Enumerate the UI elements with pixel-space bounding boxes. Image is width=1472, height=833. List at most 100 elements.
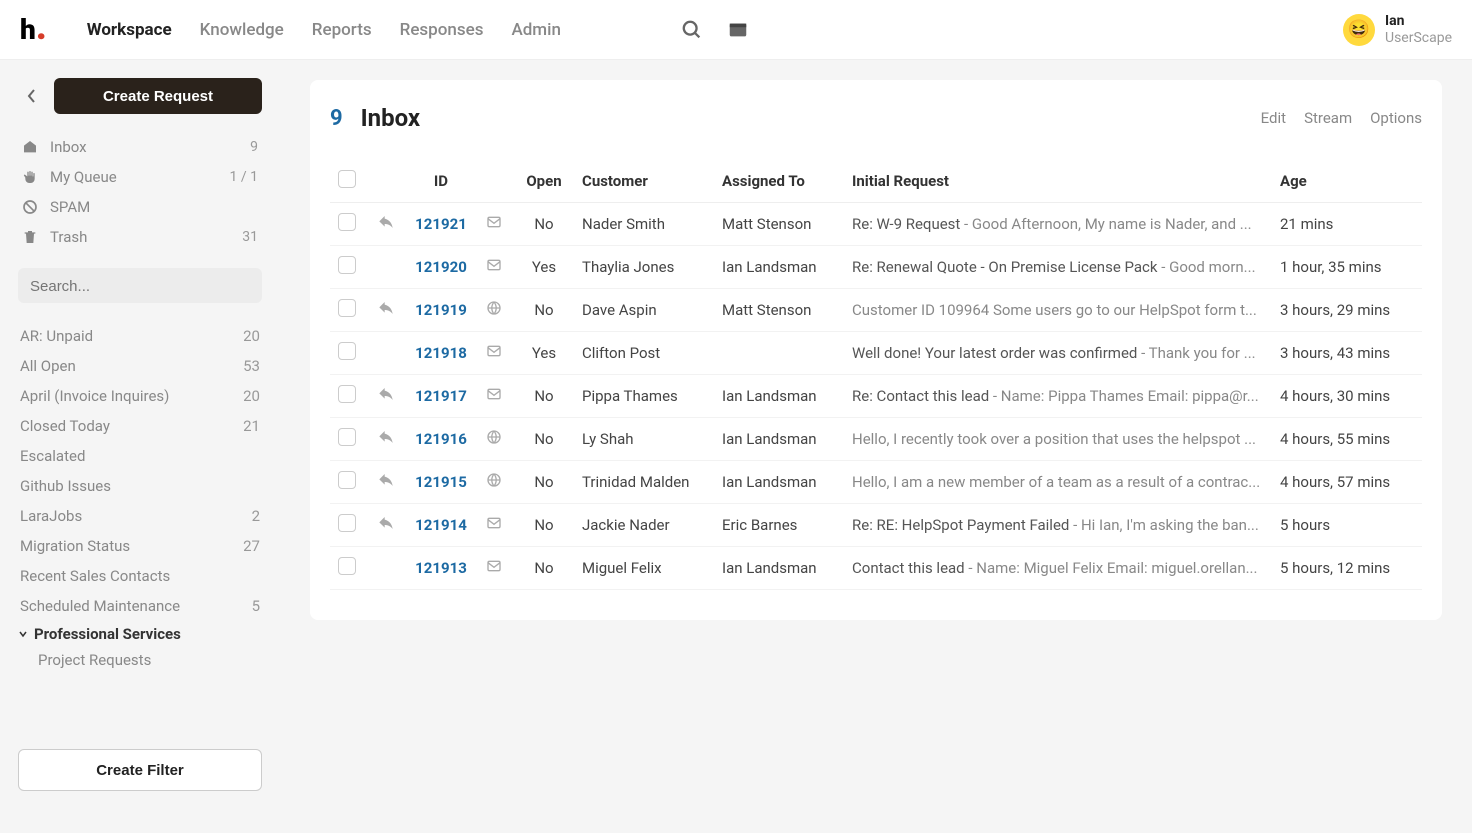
row-checkbox[interactable] xyxy=(338,428,356,446)
open-cell: No xyxy=(514,418,574,461)
filter-ar-unpaid[interactable]: AR: Unpaid20 xyxy=(18,323,262,349)
table-row[interactable]: 121917NoPippa ThamesIan LandsmanRe: Cont… xyxy=(330,375,1422,418)
table-row[interactable]: 121921NoNader SmithMatt StensonRe: W-9 R… xyxy=(330,203,1422,246)
nav-responses[interactable]: Responses xyxy=(400,20,484,40)
age-cell: 3 hours, 29 mins xyxy=(1272,289,1422,332)
avatar: 😆 xyxy=(1343,14,1375,46)
request-id-link[interactable]: 121913 xyxy=(415,559,467,577)
assigned-cell: Ian Landsman xyxy=(714,375,844,418)
request-id-link[interactable]: 121919 xyxy=(415,301,467,319)
table-row[interactable]: 121916NoLy ShahIan LandsmanHello, I rece… xyxy=(330,418,1422,461)
panel-action-stream[interactable]: Stream xyxy=(1304,109,1352,127)
filter-april-invoice-inquires-[interactable]: April (Invoice Inquires)20 xyxy=(18,383,262,409)
row-checkbox[interactable] xyxy=(338,299,356,317)
web-icon xyxy=(486,472,502,488)
user-org: UserScape xyxy=(1385,30,1452,47)
search-input-wrap[interactable] xyxy=(18,268,262,303)
nav-admin[interactable]: Admin xyxy=(511,20,560,40)
sidebar-item-spam[interactable]: SPAM xyxy=(18,194,262,220)
request-id-link[interactable]: 121915 xyxy=(415,473,467,491)
filter-migration-status[interactable]: Migration Status27 xyxy=(18,533,262,559)
request-cell: Customer ID 109964 Some users go to our … xyxy=(844,289,1272,332)
row-checkbox[interactable] xyxy=(338,557,356,575)
ban-icon xyxy=(22,199,40,215)
request-cell: Hello, I am a new member of a team as a … xyxy=(844,461,1272,504)
nav-reports[interactable]: Reports xyxy=(312,20,372,40)
age-cell: 4 hours, 55 mins xyxy=(1272,418,1422,461)
filter-github-issues[interactable]: Github Issues xyxy=(18,473,262,499)
inbox-icon xyxy=(22,139,40,155)
table-row[interactable]: 121915NoTrinidad MaldenIan LandsmanHello… xyxy=(330,461,1422,504)
assigned-cell: Ian Landsman xyxy=(714,461,844,504)
mail-icon xyxy=(486,515,502,531)
table-row[interactable]: 121914NoJackie NaderEric BarnesRe: RE: H… xyxy=(330,504,1422,547)
request-id-link[interactable]: 121916 xyxy=(415,430,467,448)
create-request-button[interactable]: Create Request xyxy=(54,78,262,114)
filter-recent-sales-contacts[interactable]: Recent Sales Contacts xyxy=(18,563,262,589)
collapse-sidebar-button[interactable] xyxy=(18,78,46,114)
request-id-link[interactable]: 121917 xyxy=(415,387,467,405)
reply-icon xyxy=(378,429,394,445)
inbox-count: 9 xyxy=(330,106,343,131)
filter-sub-project-requests[interactable]: Project Requests xyxy=(18,649,262,669)
col-ID: ID xyxy=(404,160,478,203)
table-row[interactable]: 121920YesThaylia JonesIan LandsmanRe: Re… xyxy=(330,246,1422,289)
request-id-link[interactable]: 121914 xyxy=(415,516,467,534)
open-cell: No xyxy=(514,203,574,246)
col-Initial Request: Initial Request xyxy=(844,160,1272,203)
table-row[interactable]: 121918YesClifton PostWell done! Your lat… xyxy=(330,332,1422,375)
row-checkbox[interactable] xyxy=(338,514,356,532)
table-row[interactable]: 121919NoDave AspinMatt StensonCustomer I… xyxy=(330,289,1422,332)
assigned-cell: Matt Stenson xyxy=(714,203,844,246)
filter-closed-today[interactable]: Closed Today21 xyxy=(18,413,262,439)
reply-icon xyxy=(378,214,394,230)
filter-group-professional-services[interactable]: Professional Services xyxy=(18,619,262,649)
request-id-link[interactable]: 121921 xyxy=(415,215,467,233)
inbox-table: IDOpenCustomerAssigned ToInitial Request… xyxy=(330,160,1422,590)
age-cell: 5 hours, 12 mins xyxy=(1272,547,1422,590)
nav-workspace[interactable]: Workspace xyxy=(87,20,172,40)
row-checkbox[interactable] xyxy=(338,213,356,231)
customer-cell: Thaylia Jones xyxy=(574,246,714,289)
reply-icon xyxy=(378,386,394,402)
logo[interactable]: h. xyxy=(20,13,47,46)
panel-action-options[interactable]: Options xyxy=(1370,109,1422,127)
web-icon xyxy=(486,429,502,445)
filter-larajobs[interactable]: LaraJobs2 xyxy=(18,503,262,529)
create-filter-button[interactable]: Create Filter xyxy=(18,749,262,791)
request-cell: Contact this lead - Name: Miguel Felix E… xyxy=(844,547,1272,590)
row-checkbox[interactable] xyxy=(338,471,356,489)
request-id-link[interactable]: 121920 xyxy=(415,258,467,276)
request-id-link[interactable]: 121918 xyxy=(415,344,467,362)
col-c-chk[interactable] xyxy=(330,160,370,203)
row-checkbox[interactable] xyxy=(338,385,356,403)
sidebar-item-inbox[interactable]: Inbox9 xyxy=(18,134,262,160)
filter-scheduled-maintenance[interactable]: Scheduled Maintenance5 xyxy=(18,593,262,619)
col-Age: Age xyxy=(1272,160,1422,203)
filter-escalated[interactable]: Escalated xyxy=(18,443,262,469)
col-Assigned To: Assigned To xyxy=(714,160,844,203)
user-menu[interactable]: 😆 Ian UserScape xyxy=(1343,13,1452,47)
nav-links: Workspace Knowledge Reports Responses Admin xyxy=(87,20,681,40)
sidebar-item-my-queue[interactable]: My Queue1 / 1 xyxy=(18,164,262,190)
table-row[interactable]: 121913NoMiguel FelixIan LandsmanContact … xyxy=(330,547,1422,590)
open-cell: No xyxy=(514,461,574,504)
window-icon[interactable] xyxy=(727,19,749,41)
web-icon xyxy=(486,300,502,316)
col-c-src xyxy=(478,160,514,203)
request-cell: Re: Renewal Quote - On Premise License P… xyxy=(844,246,1272,289)
nav-knowledge[interactable]: Knowledge xyxy=(200,20,284,40)
panel-action-edit[interactable]: Edit xyxy=(1261,109,1286,127)
open-cell: No xyxy=(514,375,574,418)
filter-all-open[interactable]: All Open53 xyxy=(18,353,262,379)
sidebar-item-trash[interactable]: Trash31 xyxy=(18,224,262,250)
search-input[interactable] xyxy=(30,278,250,295)
select-all-checkbox[interactable] xyxy=(338,170,356,188)
search-icon[interactable] xyxy=(681,19,703,41)
age-cell: 1 hour, 35 mins xyxy=(1272,246,1422,289)
row-checkbox[interactable] xyxy=(338,256,356,274)
mail-icon xyxy=(486,214,502,230)
row-checkbox[interactable] xyxy=(338,342,356,360)
reply-icon xyxy=(378,472,394,488)
mail-icon xyxy=(486,343,502,359)
